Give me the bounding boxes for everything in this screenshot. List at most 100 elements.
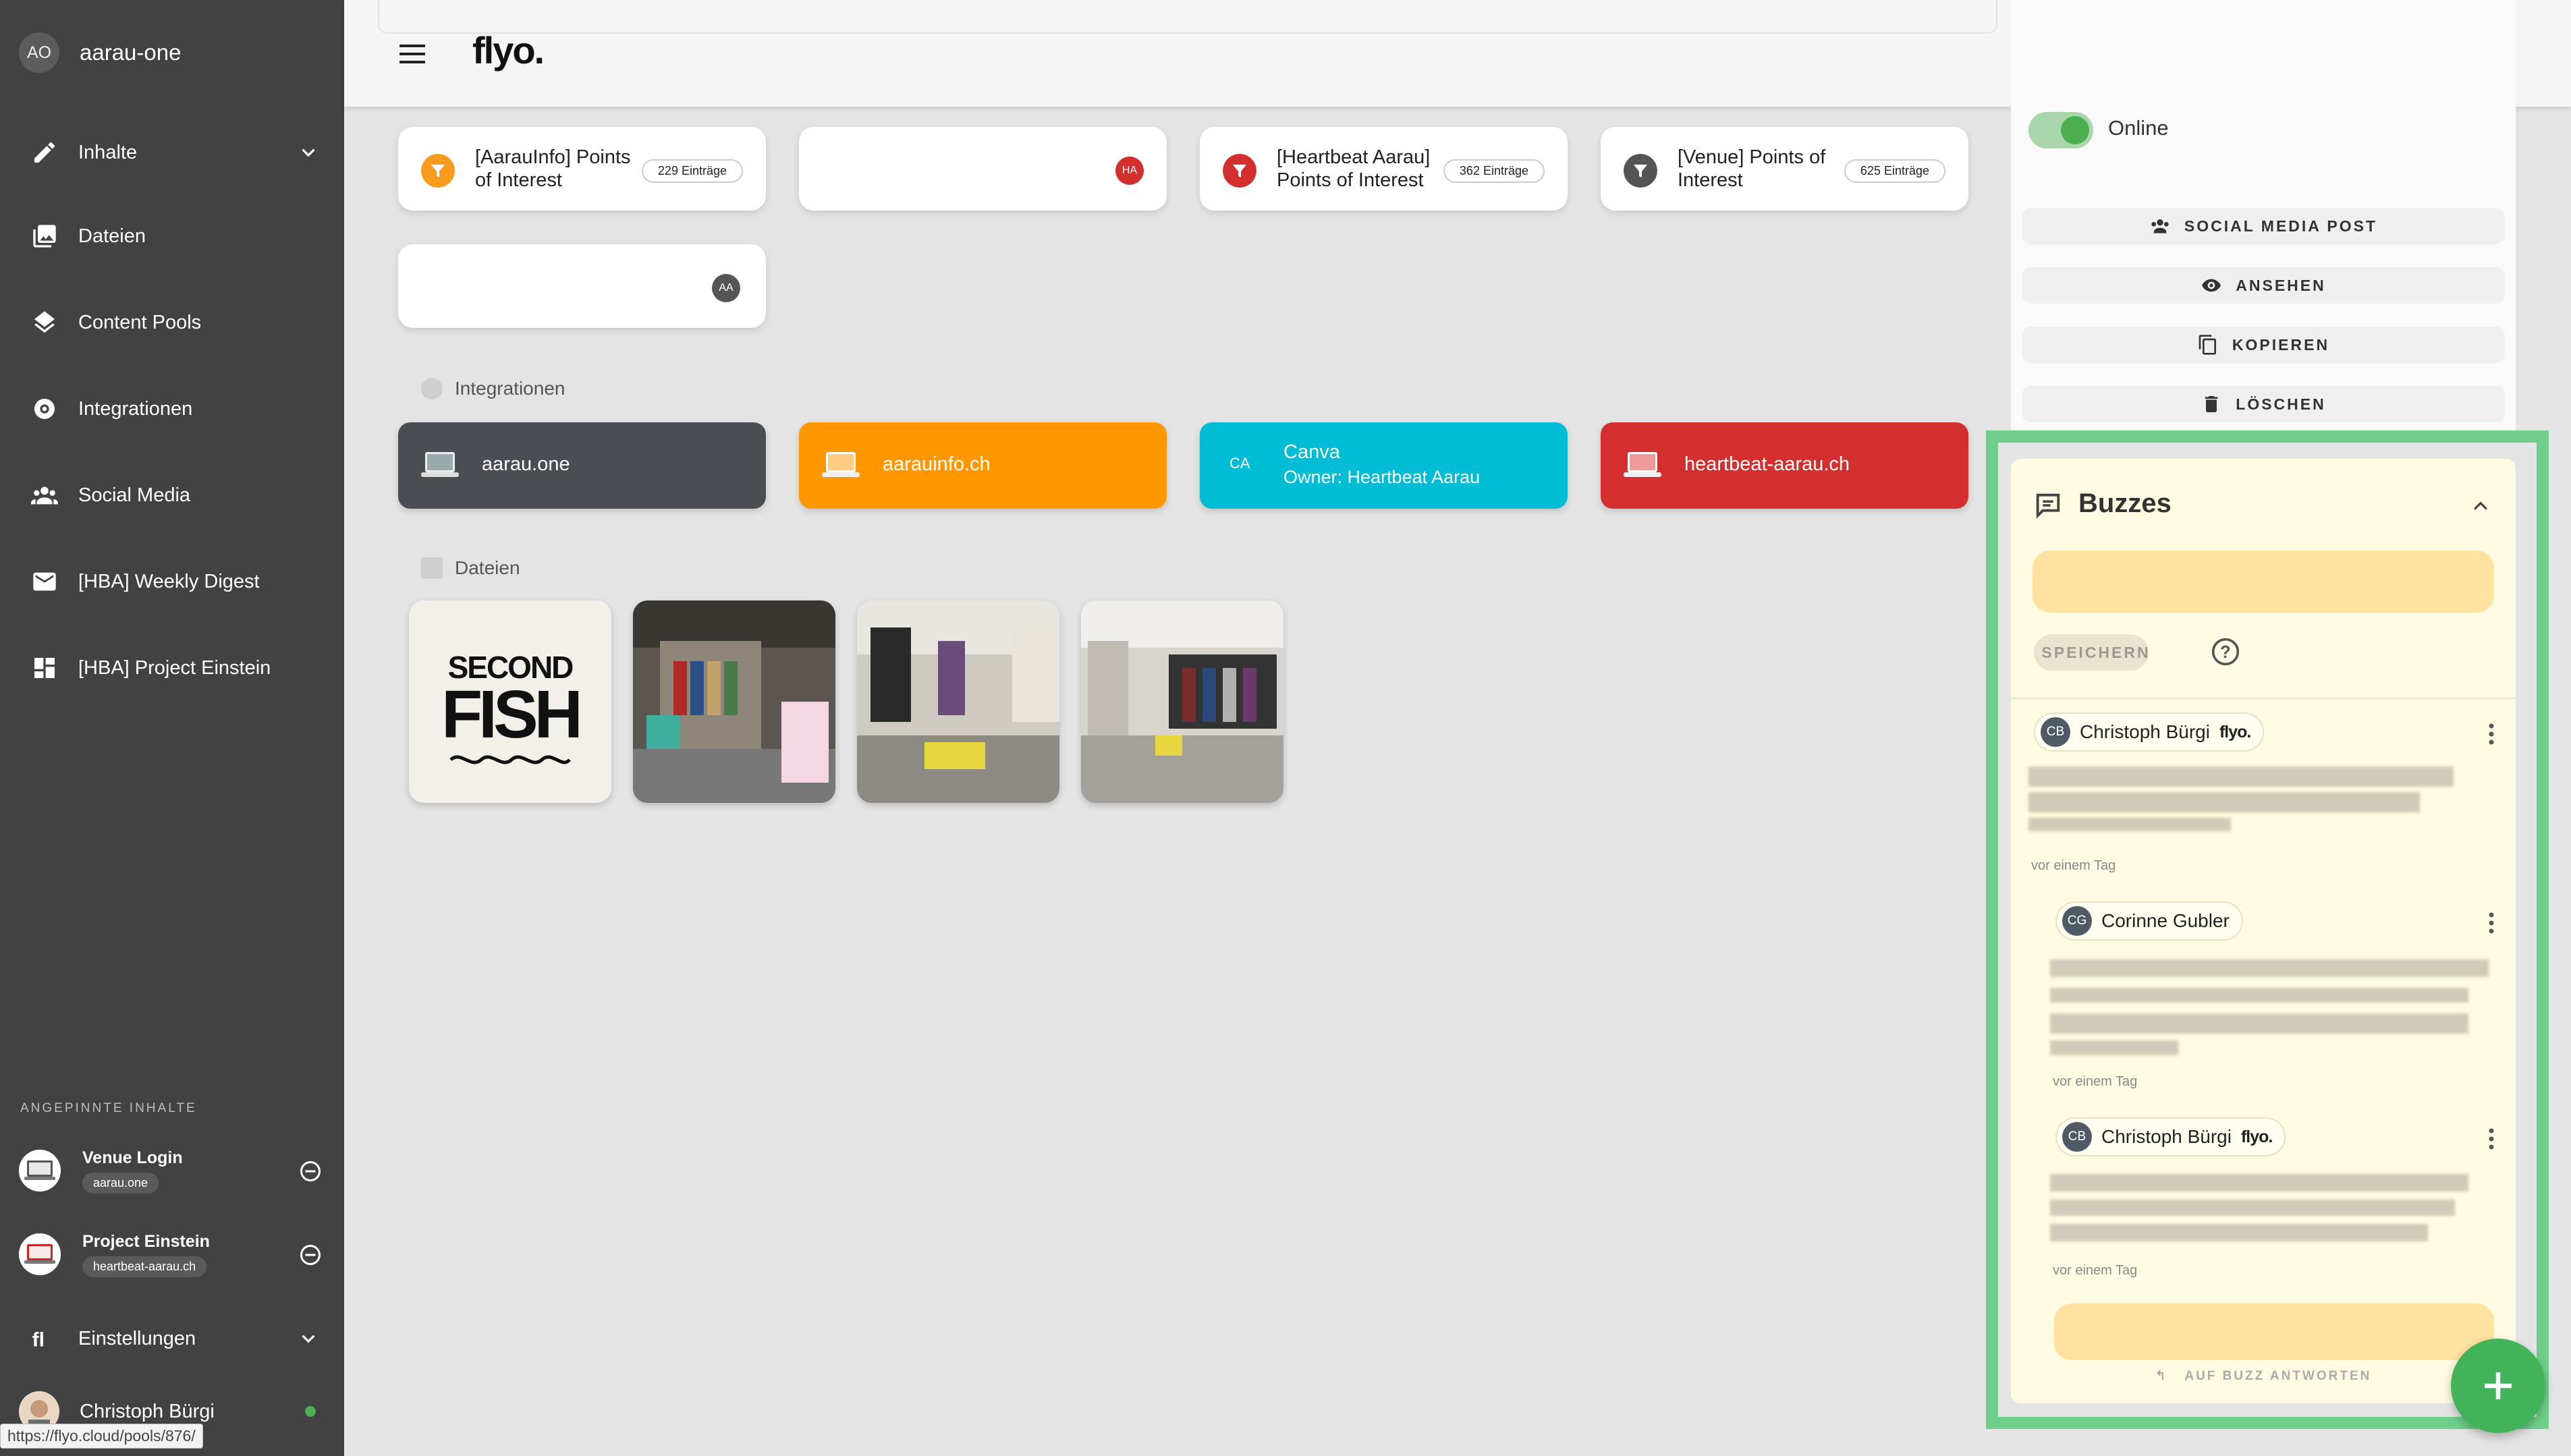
- content-pool-card[interactable]: AA: [398, 244, 766, 328]
- pinned-item[interactable]: Project Einstein heartbeat-aarau.ch: [19, 1229, 323, 1283]
- detail-panel: Online SOCIAL MEDIA POST ANSEHEN KOPIERE…: [2011, 0, 2516, 432]
- photo-library-icon: [421, 557, 443, 579]
- mail-icon: [33, 572, 56, 591]
- entry-count-badge: 362 Einträge: [1443, 159, 1545, 183]
- file-logo-text: FISH: [441, 677, 583, 752]
- chevron-down-icon[interactable]: [296, 140, 321, 165]
- pinned-title: Project Einstein: [82, 1232, 210, 1251]
- pinned-item[interactable]: Venue Login aarau.one: [19, 1146, 323, 1200]
- content-pool-card[interactable]: [Heartbeat Aarau] Points of Interest 362…: [1200, 127, 1568, 211]
- menu-icon[interactable]: [399, 42, 431, 66]
- pencil-icon: [34, 142, 55, 163]
- button-label: SOCIAL MEDIA POST: [2184, 217, 2378, 235]
- unpin-icon[interactable]: [298, 1243, 323, 1267]
- laptop-icon: [421, 452, 459, 477]
- group-icon: [31, 486, 58, 505]
- button-label: KOPIEREN: [2232, 335, 2330, 354]
- svg-text:fl: fl: [32, 1329, 45, 1351]
- user-name: Christoph Bürgi: [80, 1400, 215, 1422]
- sidebar-item-label: Integrationen: [78, 397, 193, 420]
- sidebar-item-integrationen[interactable]: Integrationen: [31, 395, 321, 422]
- integration-card[interactable]: heartbeat-aarau.ch: [1601, 422, 1968, 509]
- pinned-title: Venue Login: [82, 1148, 183, 1167]
- integration-icon: [421, 378, 443, 399]
- online-status-dot: [305, 1406, 316, 1417]
- scrolled-card-edge: [378, 0, 1997, 34]
- sidebar-item-label: Dateien: [78, 225, 146, 247]
- sidebar-item-label: Inhalte: [78, 141, 138, 163]
- integration-card[interactable]: aarauinfo.ch: [799, 422, 1167, 509]
- chevron-down-icon[interactable]: [296, 1326, 321, 1351]
- sidebar-item-label: Einstellungen: [78, 1327, 196, 1349]
- sidebar-item-content-pools[interactable]: Content Pools: [31, 309, 321, 336]
- workspace-name: aarau-one: [80, 40, 182, 65]
- social-media-post-button[interactable]: SOCIAL MEDIA POST: [2022, 208, 2505, 244]
- sidebar-item-label: [HBA] Weekly Digest: [78, 570, 260, 592]
- entry-count-badge: 625 Einträge: [1844, 159, 1945, 183]
- button-label: ANSEHEN: [2236, 276, 2326, 294]
- laptop-icon: [19, 1233, 61, 1275]
- button-label: LÖSCHEN: [2236, 395, 2326, 413]
- wave-icon: [449, 755, 571, 764]
- loeschen-button[interactable]: LÖSCHEN: [2022, 386, 2505, 422]
- integration-card[interactable]: CA Canva Owner: Heartbeat Aarau: [1200, 422, 1568, 509]
- content-pool-card[interactable]: HA: [799, 127, 1167, 211]
- photo-library-icon: [33, 225, 56, 248]
- integration-card[interactable]: aarau.one: [398, 422, 766, 509]
- laptop-icon: [1624, 452, 1661, 477]
- online-toggle[interactable]: [2028, 112, 2093, 148]
- dashboard-icon: [34, 658, 55, 678]
- content-pool-card[interactable]: [AarauInfo] Points of Interest 229 Eintr…: [398, 127, 766, 211]
- highlight-frame: [1986, 430, 2549, 1429]
- laptop-icon: [822, 452, 860, 477]
- file-thumbnail[interactable]: [1081, 600, 1283, 803]
- toggle-knob: [2061, 116, 2089, 144]
- integration-icon: [34, 399, 55, 419]
- integration-owner: Owner: Heartbeat Aarau: [1283, 467, 1481, 487]
- unpin-icon[interactable]: [298, 1159, 323, 1183]
- sidebar-item-project-einstein[interactable]: [HBA] Project Einstein: [31, 654, 321, 681]
- content-pool-card[interactable]: [Venue] Points of Interest 625 Einträge: [1601, 127, 1968, 211]
- filter-icon: [1223, 154, 1256, 188]
- online-label: Online: [2108, 116, 2169, 140]
- sidebar-item-einstellungen[interactable]: fl Einstellungen: [31, 1325, 321, 1352]
- integration-label: aarau.one: [482, 453, 570, 475]
- integration-label: heartbeat-aarau.ch: [1684, 453, 1850, 475]
- laptop-icon: [19, 1150, 61, 1192]
- sidebar-item-social-media[interactable]: Social Media: [31, 482, 321, 509]
- filter-icon: [1624, 154, 1657, 188]
- sidebar-item-dateien[interactable]: Dateien: [31, 223, 321, 250]
- status-bar-url: https://flyo.cloud/pools/876/: [0, 1424, 203, 1449]
- pinned-chip: heartbeat-aarau.ch: [82, 1256, 207, 1277]
- section-title: Integrationen: [455, 378, 565, 399]
- pool-initials-badge: AA: [712, 274, 740, 302]
- sidebar-item-inhalte[interactable]: Inhalte: [31, 139, 321, 166]
- pinned-section-title: ANGEPINNTE INHALTE: [20, 1101, 197, 1115]
- app-logo[interactable]: flyo.: [472, 28, 545, 72]
- eye-icon: [2202, 279, 2221, 292]
- kopieren-button[interactable]: KOPIEREN: [2022, 327, 2505, 363]
- integration-avatar: CA: [1229, 455, 1250, 472]
- workspace-avatar: AO: [19, 32, 59, 73]
- pool-title: [AarauInfo] Points of Interest: [475, 146, 631, 191]
- ansehen-button[interactable]: ANSEHEN: [2022, 267, 2505, 304]
- shop-photo-image: [633, 600, 835, 803]
- file-thumbnail[interactable]: [633, 600, 835, 803]
- sidebar-item-label: [HBA] Project Einstein: [78, 656, 271, 679]
- plus-icon: [2485, 1372, 2512, 1399]
- layers-icon: [34, 311, 55, 333]
- shop-photo-image: [1081, 600, 1283, 803]
- add-fab-button[interactable]: [2451, 1339, 2545, 1433]
- sidebar: AO aarau-one Inhalte Dateien Content Poo…: [0, 0, 344, 1456]
- workspace-switcher[interactable]: AO aarau-one: [19, 32, 181, 73]
- pinned-chip: aarau.one: [82, 1173, 159, 1194]
- trash-icon: [2205, 396, 2218, 412]
- copy-icon: [2199, 335, 2216, 355]
- integration-label: aarauinfo.ch: [883, 453, 991, 475]
- filter-icon: [421, 154, 455, 188]
- file-thumbnail[interactable]: [857, 600, 1059, 803]
- file-thumbnail[interactable]: SECOND FISH: [409, 600, 611, 803]
- pool-title: [Venue] Points of Interest: [1678, 146, 1826, 191]
- pool-initials-badge: HA: [1115, 157, 1144, 185]
- sidebar-item-weekly-digest[interactable]: [HBA] Weekly Digest: [31, 568, 321, 595]
